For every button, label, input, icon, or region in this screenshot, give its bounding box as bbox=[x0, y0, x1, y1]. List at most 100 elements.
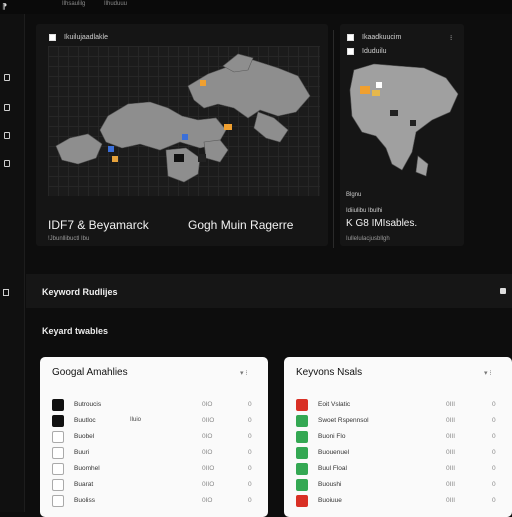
row-value: 0III bbox=[446, 449, 456, 456]
table-row[interactable]: Swoet Rspennsol 0III 0 bbox=[284, 413, 512, 429]
map-card-header: Ikaadkuucim bbox=[362, 34, 402, 41]
page-icon[interactable] bbox=[4, 160, 10, 167]
table-row[interactable]: Buul Floal 0III 0 bbox=[284, 461, 512, 477]
panel-controls[interactable]: ▾ ⁝ bbox=[240, 369, 248, 377]
row-name: Buomhel bbox=[74, 465, 100, 472]
table-row[interactable]: Buobel 0IO 0 bbox=[40, 429, 268, 445]
row-icon bbox=[52, 447, 64, 459]
map-card-checkbox[interactable] bbox=[49, 34, 56, 41]
table-row[interactable]: Buoiuue 0III 0 bbox=[284, 493, 512, 509]
section-title: Keyard twables bbox=[42, 326, 109, 336]
row-icon bbox=[296, 463, 308, 475]
row-count: 0 bbox=[492, 481, 496, 488]
table-row[interactable]: Buoliss 0IO 0 bbox=[40, 493, 268, 509]
row-value: 0III bbox=[446, 497, 456, 504]
table-row[interactable]: Buuri 0IO 0 bbox=[40, 445, 268, 461]
map-highlight bbox=[376, 82, 382, 88]
row-value: 0IIO bbox=[202, 465, 215, 472]
row-count: 0 bbox=[248, 401, 252, 408]
row-name: Buouenuel bbox=[318, 449, 350, 456]
map-highlight bbox=[200, 80, 206, 86]
row-value: 0III bbox=[446, 465, 456, 472]
row-name: Butroucis bbox=[74, 401, 102, 408]
region-map[interactable] bbox=[346, 60, 460, 190]
row-count: 0 bbox=[248, 449, 252, 456]
row-value: 0III bbox=[446, 417, 456, 424]
page-icon[interactable] bbox=[3, 289, 9, 296]
table-row[interactable]: Buomhel 0IIO 0 bbox=[40, 461, 268, 477]
region-map-shapes bbox=[349, 63, 459, 177]
table-row[interactable]: Buoushi 0III 0 bbox=[284, 477, 512, 493]
row-icon bbox=[296, 479, 308, 491]
row-name: Buuri bbox=[74, 449, 90, 456]
map-card-left: Ikuilujaadlakle IDF7 & Beyamarck Gogh Mu… bbox=[36, 24, 328, 246]
table-row[interactable]: Buoni Flo 0III 0 bbox=[284, 429, 512, 445]
row-count: 0 bbox=[492, 449, 496, 456]
map-highlight bbox=[360, 86, 370, 94]
row-value: 0IO bbox=[202, 433, 213, 440]
row-value: 0III bbox=[446, 433, 456, 440]
row-icon bbox=[296, 495, 308, 507]
panel-title: Keyvons Nsals bbox=[296, 367, 363, 378]
row-count: 0 bbox=[248, 417, 252, 424]
world-map[interactable] bbox=[48, 46, 320, 196]
table-row[interactable]: Butroucis 0IO 0 bbox=[40, 397, 268, 413]
map-highlight bbox=[372, 90, 380, 96]
row-icon bbox=[52, 495, 64, 507]
keyword-band: Keyword Rudlijes bbox=[26, 274, 512, 308]
sidebar bbox=[0, 14, 25, 512]
table-row[interactable]: Buouenuel 0III 0 bbox=[284, 445, 512, 461]
row-count: 0 bbox=[248, 497, 252, 504]
row-icon bbox=[52, 399, 64, 411]
map-card-checkbox[interactable] bbox=[347, 34, 354, 41]
row-icon bbox=[296, 415, 308, 427]
row-icon bbox=[52, 431, 64, 443]
table-row[interactable]: Buutloc Iluio 0IIO 0 bbox=[40, 413, 268, 429]
keyword-band-label: Keyword Rudlijes bbox=[42, 287, 118, 297]
table-row[interactable]: Buarat 0IIO 0 bbox=[40, 477, 268, 493]
row-icon bbox=[296, 447, 308, 459]
map-highlight bbox=[174, 154, 184, 162]
row-name: Eoit Vslatic bbox=[318, 401, 351, 408]
map-highlight bbox=[410, 120, 416, 126]
row-name: Buobel bbox=[74, 433, 95, 440]
row-name: Buoliss bbox=[74, 497, 95, 504]
row-value: 0IIO bbox=[202, 481, 215, 488]
row-name: Buoiuue bbox=[318, 497, 342, 504]
row-count: 0 bbox=[248, 465, 252, 472]
page-icon[interactable] bbox=[4, 74, 10, 81]
panel-controls[interactable]: ▾ ⁝ bbox=[484, 369, 492, 377]
row-icon bbox=[52, 479, 64, 491]
row-name: Buul Floal bbox=[318, 465, 347, 472]
row-count: 0 bbox=[492, 417, 496, 424]
row-icon bbox=[296, 399, 308, 411]
row-icon bbox=[296, 431, 308, 443]
row-value: 0IO bbox=[202, 401, 213, 408]
row-name: Buoushi bbox=[318, 481, 342, 488]
map-highlight bbox=[182, 134, 188, 140]
page-icon[interactable] bbox=[4, 104, 10, 111]
row-value: 0IO bbox=[202, 449, 213, 456]
row-value: 0IO bbox=[202, 497, 213, 504]
map-card-right: Ikaadkuucim ⁝ Iduduilu Blgnu Idiiulibu I… bbox=[340, 24, 464, 246]
card-divider bbox=[333, 30, 334, 248]
band-action-icon[interactable] bbox=[500, 288, 506, 294]
top-nav-item-2[interactable]: Ilhuduuu bbox=[104, 1, 127, 7]
more-menu-icon[interactable]: ⁝ bbox=[450, 34, 452, 42]
row-count: 0 bbox=[492, 497, 496, 504]
row-count: 0 bbox=[248, 481, 252, 488]
left-card-subtitle: !Jbunllibuctl Ibu bbox=[48, 236, 90, 242]
map-highlight bbox=[108, 146, 114, 152]
panel-google-analytics: Googal Amahlies ▾ ⁝ Butroucis 0IO 0 Buutloc… bbox=[40, 357, 268, 517]
page-icon[interactable] bbox=[4, 132, 10, 139]
row-name: Buutloc bbox=[74, 417, 96, 424]
map-highlight bbox=[112, 156, 118, 162]
world-map-shapes bbox=[55, 53, 311, 183]
panel-keyword-nsals: Keyvons Nsals ▾ ⁝ Eoit Vslatic 0III 0 Swoet… bbox=[284, 357, 512, 517]
map-highlight bbox=[224, 124, 232, 130]
map-card-checkbox[interactable] bbox=[347, 48, 354, 55]
top-nav-item-1[interactable]: Ilhsaulilg bbox=[62, 1, 85, 7]
map-card-header: Ikuilujaadlakle bbox=[64, 34, 108, 41]
app-logo[interactable]: ⁋ bbox=[2, 2, 7, 11]
table-row[interactable]: Eoit Vslatic 0III 0 bbox=[284, 397, 512, 413]
